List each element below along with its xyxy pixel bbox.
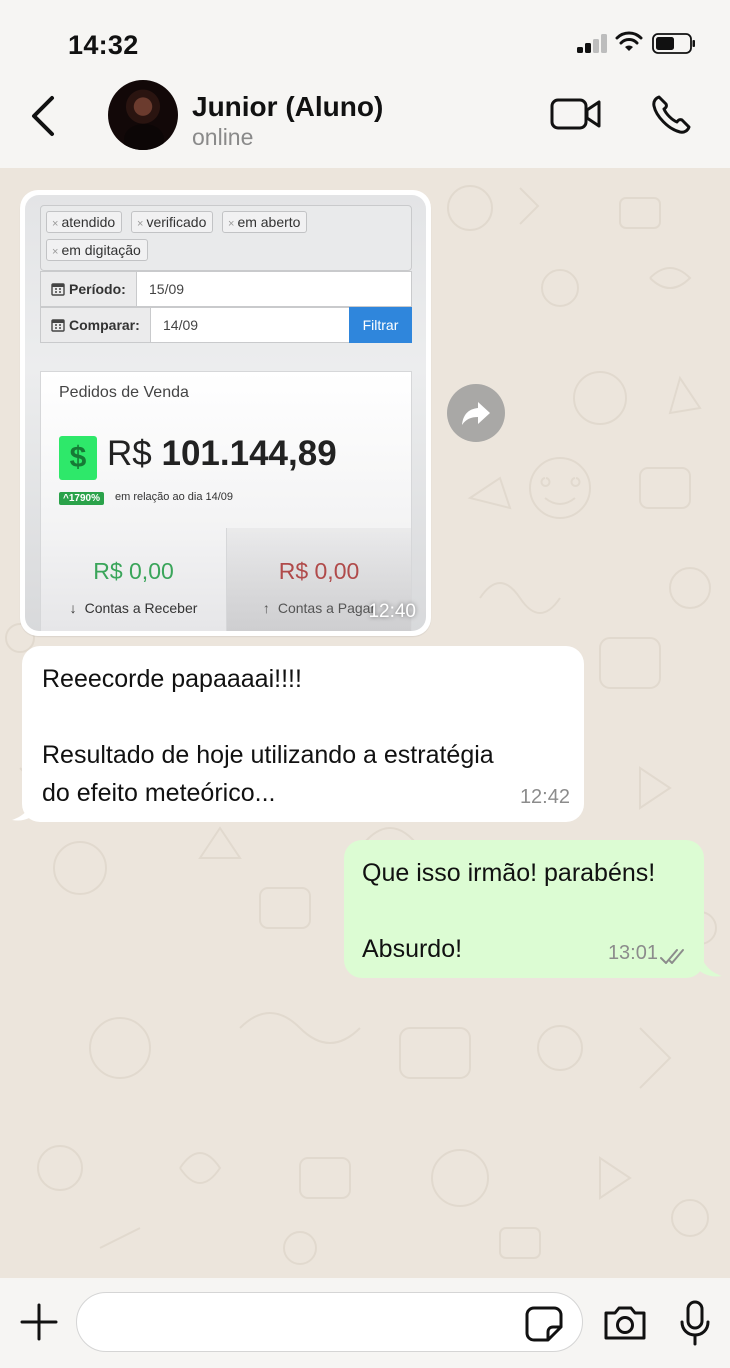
chat-header: Junior (Aluno) online — [0, 80, 730, 168]
status-time: 14:32 — [68, 30, 139, 60]
phone-icon[interactable] — [650, 94, 692, 136]
arrow-down-icon: ↓ — [69, 600, 77, 616]
receber-value: R$ 0,00 — [93, 558, 174, 584]
contact-status: online — [192, 124, 254, 150]
calendar-icon — [51, 283, 65, 296]
shared-screenshot[interactable]: × atendido × verificado × em aberto × em dig… — [25, 195, 426, 631]
comparar-value: 14/09 — [163, 317, 199, 333]
plus-icon[interactable] — [20, 1303, 58, 1341]
message-line: Resultado de hoje utilizando a estratégi… — [42, 741, 494, 769]
percent-note: em relação ao dia 14/09 — [115, 491, 234, 503]
received-message[interactable]: Reeecorde papaaaai!!!! Resultado de hoje… — [22, 646, 584, 822]
message-line — [362, 892, 704, 930]
message-line — [42, 698, 584, 736]
sent-message[interactable]: Que isso irmão! parabéns! Absurdo! 13:01 — [344, 840, 704, 978]
sticker-icon[interactable] — [524, 1305, 564, 1343]
cellular-signal-icon — [577, 33, 609, 53]
forward-button[interactable] — [447, 384, 505, 442]
comparar-label: Comparar: — [69, 317, 140, 333]
message-time: 13:01 — [607, 942, 658, 964]
input-bar — [0, 1278, 730, 1368]
message-line: Reeecorde papaaaai!!!! — [42, 665, 302, 693]
receber-label: Contas a Receber — [84, 600, 198, 616]
camera-icon[interactable] — [602, 1305, 648, 1341]
sales-amount: R$ 101.144,89 — [107, 434, 337, 473]
tag-em-digitacao: × em digitação — [46, 239, 148, 261]
message-line: Que isso irmão! parabéns! — [362, 859, 656, 887]
image-message[interactable]: × atendido × verificado × em aberto × em dig… — [20, 190, 431, 636]
tag-verificado: × verificado — [131, 211, 214, 233]
percent-badge: ^1790% — [59, 492, 104, 505]
pagar-label: Contas a Pagar — [277, 600, 376, 616]
status-bar: 14:32 — [0, 0, 730, 80]
avatar[interactable] — [108, 80, 178, 150]
periodo-value: 15/09 — [149, 281, 185, 297]
message-line: do efeito meteórico... — [42, 779, 276, 807]
microphone-icon[interactable] — [678, 1300, 712, 1346]
tag-atendido: × atendido — [46, 211, 123, 233]
periodo-label: Período: — [69, 281, 126, 297]
sales-card-title: Pedidos de Venda — [59, 384, 189, 401]
filtrar-button: Filtrar — [349, 307, 412, 343]
wifi-icon — [615, 31, 643, 51]
message-time: 12:40 — [368, 601, 416, 622]
video-camera-icon[interactable] — [550, 96, 602, 132]
sales-card: Pedidos de Venda $ R$ 101.144,89 ^1790% … — [40, 371, 412, 631]
contas-receber: R$ 0,00 ↓ Contas a Receber — [41, 528, 226, 631]
message-time: 12:42 — [519, 786, 570, 808]
battery-icon — [652, 33, 695, 54]
double-check-icon — [660, 949, 684, 964]
periodo-field: Período: 15/09 — [40, 271, 412, 307]
chevron-left-icon[interactable] — [26, 94, 60, 138]
pagar-value: R$ 0,00 — [278, 558, 360, 584]
status-filter-box: × atendido × verificado × em aberto × em dig… — [40, 205, 412, 271]
arrow-up-icon: ↑ — [262, 600, 270, 616]
comparar-field: Comparar: 14/09 Filtrar — [40, 307, 412, 343]
forward-icon — [462, 402, 490, 425]
chat-area[interactable]: × atendido × verificado × em aberto × em dig… — [0, 168, 730, 1278]
dollar-icon: $ — [59, 436, 97, 480]
calendar-icon — [51, 319, 65, 332]
contact-name[interactable]: Junior (Aluno) — [192, 91, 383, 123]
tag-em-aberto: × em aberto — [222, 211, 308, 233]
message-input[interactable] — [76, 1292, 583, 1352]
